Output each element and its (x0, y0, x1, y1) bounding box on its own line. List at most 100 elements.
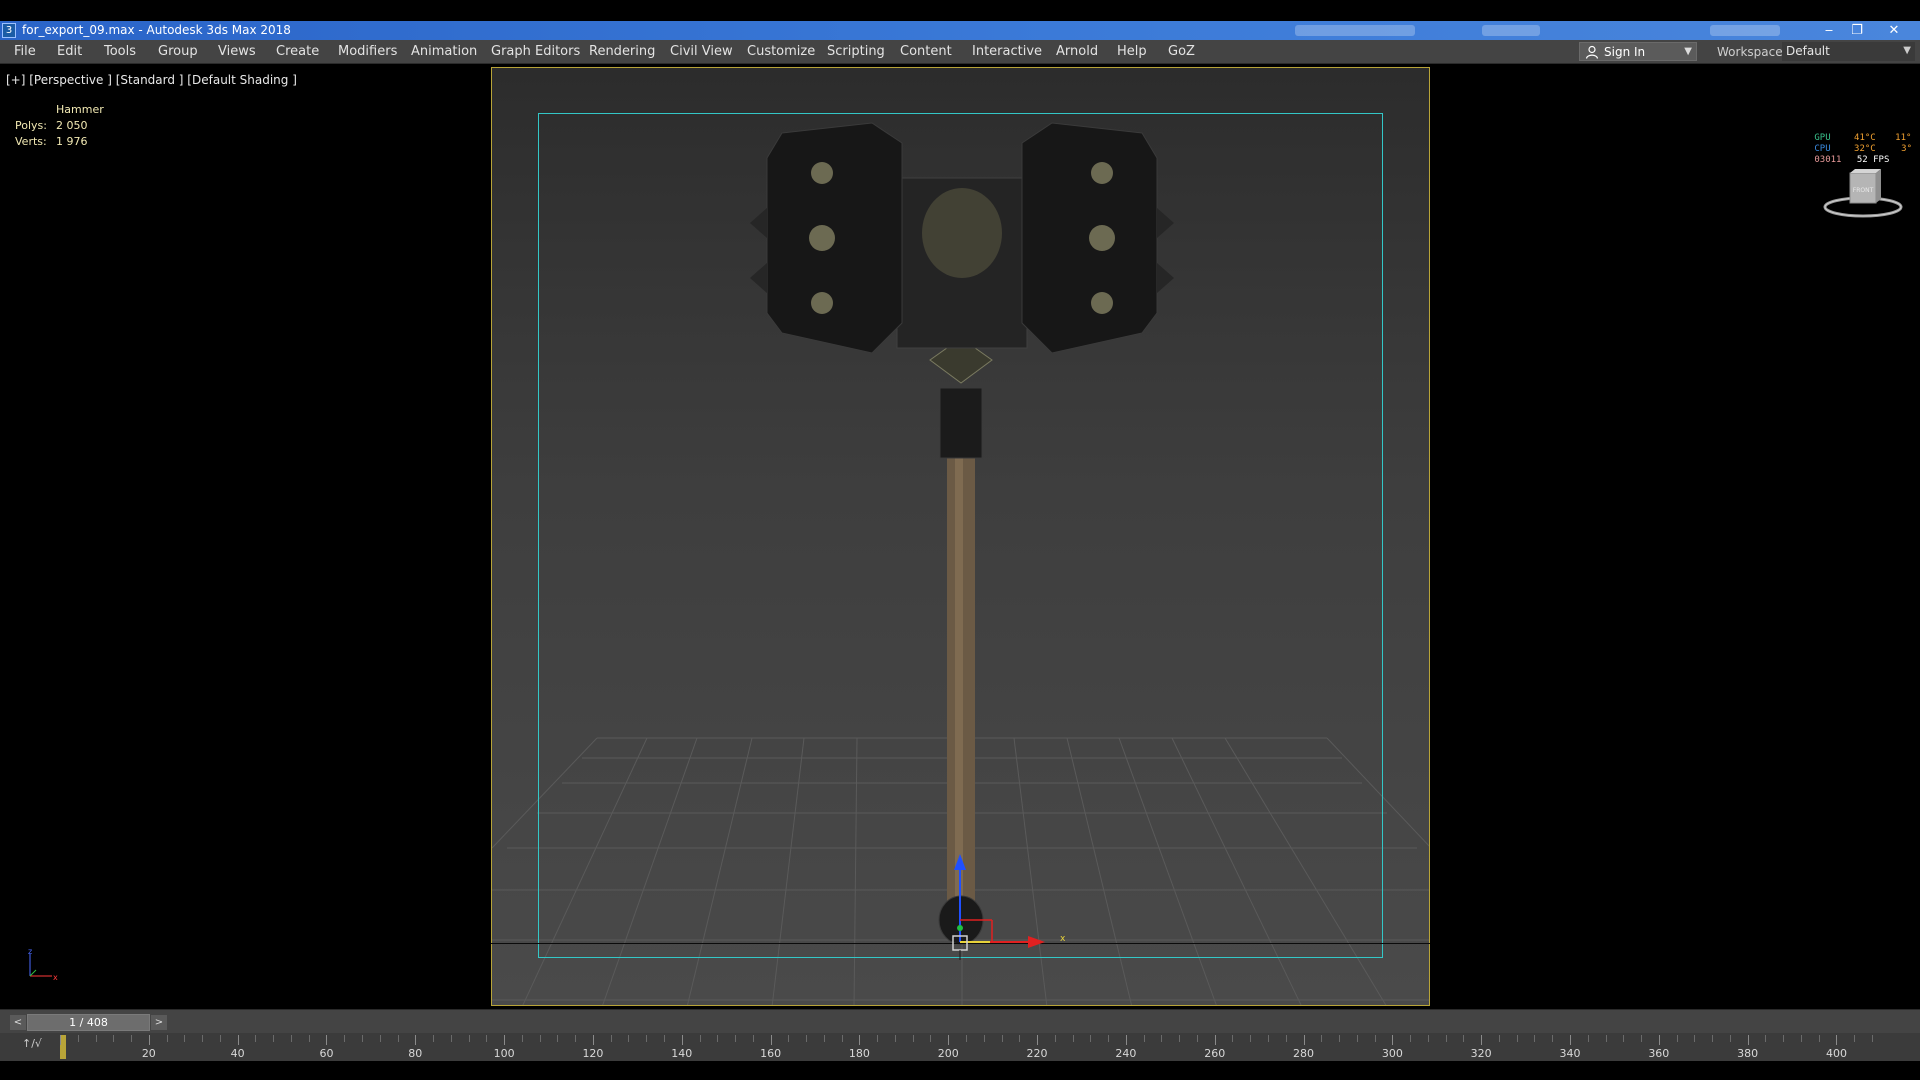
next-frame-button[interactable]: > (151, 1015, 167, 1030)
track-bar-tick (1232, 1035, 1234, 1042)
track-bar-tick (1587, 1035, 1589, 1042)
track-bar-tick (1196, 1035, 1198, 1042)
track-bar-tick (948, 1035, 950, 1045)
track-bar-frame-label: 20 (141, 1047, 156, 1060)
track-bar-tick (1339, 1035, 1341, 1042)
track-bar-tick (1037, 1035, 1039, 1045)
track-bar-frame-label: 400 (1825, 1047, 1847, 1060)
blurred-region (1710, 25, 1780, 36)
track-bar-tick (1410, 1035, 1412, 1042)
track-bar-frame-label: 140 (671, 1047, 693, 1060)
transform-gizmo[interactable]: x (920, 840, 1070, 960)
title-bar: 3 for_export_09.max - Autodesk 3ds Max 2… (0, 21, 1920, 40)
track-bar-tick (326, 1035, 328, 1045)
menu-group[interactable]: Group (158, 44, 198, 59)
track-bar-frame-label: 300 (1381, 1047, 1403, 1060)
menu-tools[interactable]: Tools (104, 44, 136, 59)
track-bar-tick (415, 1035, 417, 1045)
track-bar-tick (486, 1035, 488, 1042)
track-bar-tick (717, 1035, 719, 1042)
stats-verts-label: Verts: (15, 135, 47, 148)
axis-tripod-icon: z x (28, 948, 58, 982)
track-bar-scale[interactable]: 20 40 60 80 100 120 140 160 180 200 220 240 260 280 30… (60, 1033, 1873, 1061)
track-bar-tick (1250, 1035, 1252, 1042)
track-bar-tick (1694, 1035, 1696, 1042)
stats-verts-value: 1 976 (56, 135, 88, 148)
track-bar-frame-label: 380 (1737, 1047, 1759, 1060)
track-bar-tick (362, 1035, 363, 1042)
track-bar-tick (308, 1035, 310, 1042)
app-icon[interactable]: 3 (2, 23, 16, 38)
menu-interactive[interactable]: Interactive (972, 44, 1042, 59)
track-bar-tick (95, 1035, 97, 1042)
time-slider[interactable]: < 1 / 408 > (0, 1009, 1920, 1033)
track-bar-frame-label: 360 (1648, 1047, 1670, 1060)
menu-create[interactable]: Create (276, 44, 319, 59)
menu-edit[interactable]: Edit (57, 44, 82, 59)
track-bar-tick (148, 1035, 150, 1045)
track-bar-tick (628, 1035, 630, 1042)
track-bar-tick (1268, 1035, 1269, 1042)
track-bar-tick (1641, 1035, 1643, 1042)
time-slider-thumb[interactable]: 1 / 408 (27, 1014, 150, 1031)
track-bar-tick (894, 1035, 896, 1042)
track-bar-tick (664, 1035, 665, 1042)
close-button[interactable]: ✕ (1880, 21, 1908, 40)
track-bar-tick (504, 1035, 506, 1045)
menu-goz[interactable]: GoZ (1168, 44, 1195, 59)
track-bar-tick (806, 1035, 808, 1042)
menu-modifiers[interactable]: Modifiers (338, 44, 397, 59)
track-bar-tick (379, 1035, 381, 1042)
track-bar-tick (592, 1035, 594, 1045)
menu-scripting[interactable]: Scripting (827, 44, 885, 59)
track-bar-tick (681, 1035, 683, 1045)
previous-frame-button[interactable]: < (10, 1015, 26, 1030)
sign-in-dropdown[interactable]: Sign In ▼ (1579, 42, 1697, 61)
gpu-temp: 41°C (1854, 133, 1876, 143)
stats-polys-label: Polys: (15, 119, 47, 132)
track-bar-tick (521, 1035, 523, 1042)
bottom-strip (0, 1061, 1920, 1080)
track-bar-tick (1374, 1035, 1376, 1042)
track-bar[interactable]: ↑/√ 20 40 60 80 100 120 140 160 180 200 220 240 260 2… (0, 1033, 1920, 1061)
track-bar-tick (77, 1035, 79, 1042)
track-bar-tick (1303, 1035, 1305, 1045)
track-bar-tick (131, 1035, 133, 1042)
menu-graph-editors[interactable]: Graph Editors (491, 44, 580, 59)
stats-object-name: Hammer (56, 103, 104, 116)
workspace-select[interactable]: Default ▼ (1782, 42, 1915, 61)
track-bar-tick (966, 1035, 967, 1042)
track-bar-tick (770, 1035, 772, 1045)
track-bar-tick (1072, 1035, 1074, 1042)
track-bar-tick (1143, 1035, 1145, 1042)
menu-views[interactable]: Views (218, 44, 256, 59)
menu-content[interactable]: Content (900, 44, 952, 59)
chevron-down-icon: ▼ (1903, 45, 1911, 56)
menu-help[interactable]: Help (1117, 44, 1147, 59)
restore-button[interactable]: ❐ (1843, 21, 1871, 40)
track-bar-tick (1676, 1035, 1678, 1042)
viewcube-face-label: FRONT (1853, 187, 1874, 194)
stats-polys-value: 2 050 (56, 119, 88, 132)
track-bar-tick (1179, 1035, 1181, 1042)
menu-civil-view[interactable]: Civil View (670, 44, 733, 59)
track-bar-tick (1427, 1035, 1429, 1042)
curve-editor-icon[interactable]: ↑/√ (22, 1037, 42, 1050)
track-bar-tick (735, 1035, 737, 1042)
cpu-temp: 32°C (1854, 144, 1876, 154)
menu-arnold[interactable]: Arnold (1056, 44, 1098, 59)
menu-customize[interactable]: Customize (747, 44, 815, 59)
menu-rendering[interactable]: Rendering (589, 44, 655, 59)
track-bar-tick (219, 1035, 221, 1042)
track-bar-tick (1054, 1035, 1056, 1042)
minimize-button[interactable]: ‒ (1815, 21, 1843, 40)
track-bar-tick (1285, 1035, 1287, 1042)
track-bar-tick (344, 1035, 346, 1042)
menu-file[interactable]: File (14, 44, 36, 59)
menu-animation[interactable]: Animation (411, 44, 477, 59)
viewport-label[interactable]: [+] [Perspective ] [Standard ] [Default … (6, 73, 297, 87)
track-bar-tick (397, 1035, 399, 1042)
track-bar-tick (1125, 1035, 1127, 1045)
viewcube-icon[interactable]: FRONT (1822, 168, 1904, 220)
track-bar-tick (450, 1035, 452, 1042)
